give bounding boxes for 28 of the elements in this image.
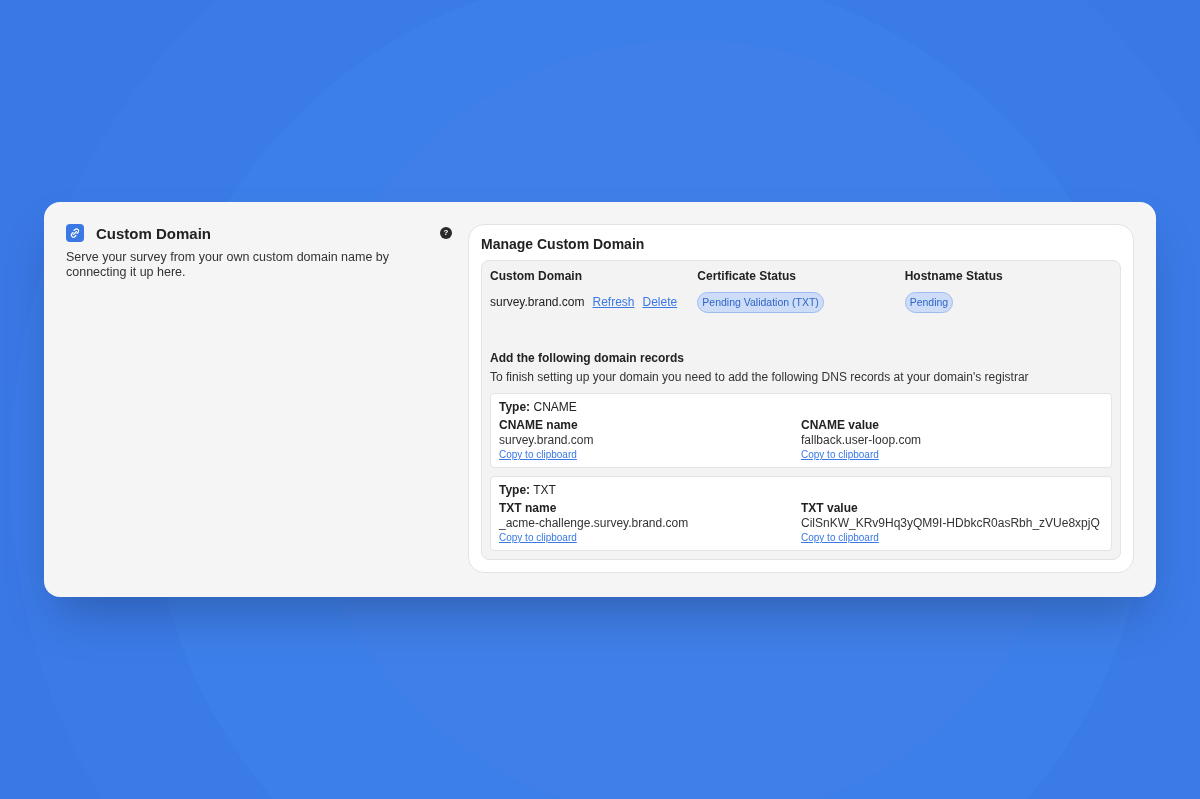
refresh-link[interactable]: Refresh bbox=[592, 295, 635, 310]
copy-link[interactable]: Copy to clipboard bbox=[801, 531, 879, 544]
column-heading: Certificate Status bbox=[697, 269, 798, 284]
field-label: TXT name bbox=[499, 501, 558, 516]
field-label: TXT value bbox=[801, 501, 859, 516]
records-hint: To finish setting up your domain you need to add the following DNS records at your domain's registrar bbox=[490, 370, 1030, 385]
help-button[interactable]: ? bbox=[440, 227, 452, 239]
copy-link[interactable]: Copy to clipboard bbox=[499, 531, 577, 544]
copy-link[interactable]: Copy to clipboard bbox=[801, 448, 879, 461]
section-description: Serve your survey from your own custom domain name by connecting it up here. bbox=[66, 250, 391, 280]
field-value: CilSnKW_KRv9Hq3yQM9I-HDbkcR0asRbh_zVUe8xpjQ bbox=[801, 516, 1101, 531]
delete-link[interactable]: Delete bbox=[642, 295, 678, 310]
records-title: Add the following domain records bbox=[490, 351, 685, 366]
column-heading: Custom Domain bbox=[490, 269, 583, 284]
panel-title: Manage Custom Domain bbox=[481, 237, 646, 252]
copy-link[interactable]: Copy to clipboard bbox=[499, 448, 577, 461]
column-heading: Hostname Status bbox=[904, 269, 1004, 284]
status-badge: Pending Validation (TXT) bbox=[697, 292, 824, 313]
field-value: _acme-challenge.survey.brand.com bbox=[499, 516, 690, 531]
field-label: CNAME name bbox=[499, 418, 579, 433]
field-value: fallback.user-loop.com bbox=[801, 433, 923, 448]
section-title: Custom Domain bbox=[96, 225, 211, 241]
domain-name: survey.brand.com bbox=[490, 295, 585, 310]
field-label: CNAME value bbox=[801, 418, 881, 433]
record-type: Type: CNAME bbox=[499, 400, 578, 415]
status-badge: Pending bbox=[904, 292, 954, 313]
record-type: Type: TXT bbox=[499, 483, 557, 498]
field-value: survey.brand.com bbox=[499, 433, 595, 448]
